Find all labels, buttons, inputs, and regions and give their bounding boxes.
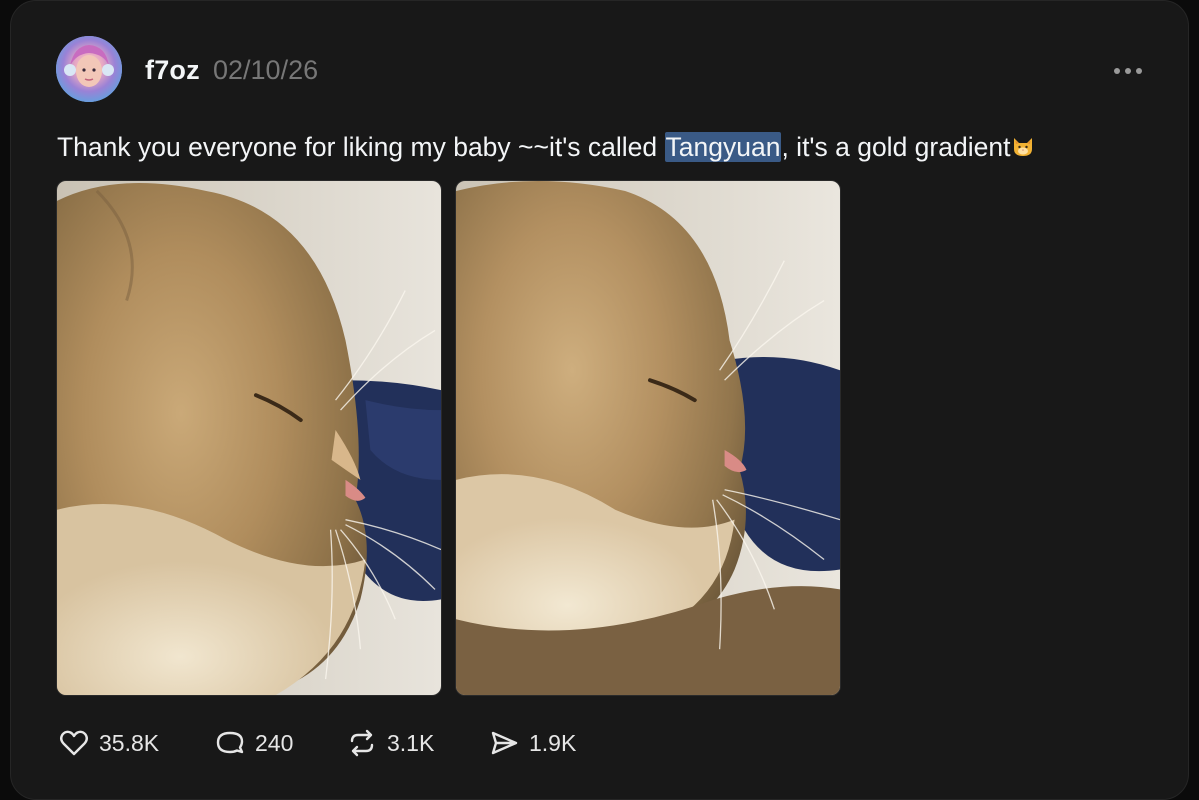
- send-icon: [491, 731, 518, 755]
- highlighted-name: Tangyuan: [664, 132, 782, 162]
- reply-count: 240: [255, 730, 294, 756]
- cat-face-emoji: [1011, 130, 1035, 156]
- post-date[interactable]: 02/10/26: [213, 53, 318, 87]
- cat-photo-icon: [57, 181, 441, 695]
- comment-icon: [216, 731, 244, 754]
- heart-icon: [60, 730, 88, 756]
- repost-button[interactable]: 3.1K: [345, 723, 434, 763]
- post-image-2[interactable]: [455, 180, 841, 696]
- author-name[interactable]: f7oz: [145, 53, 200, 87]
- repost-count: 3.1K: [387, 730, 435, 756]
- share-count: 1.9K: [529, 730, 577, 756]
- repost-icon: [350, 729, 374, 757]
- like-button[interactable]: 35.8K: [57, 723, 159, 763]
- more-options-icon[interactable]: [1111, 61, 1147, 81]
- like-count: 35.8K: [99, 730, 160, 756]
- share-button[interactable]: 1.9K: [487, 723, 576, 763]
- post-text-start: Thank you everyone for liking my baby ~~…: [57, 132, 665, 162]
- post-image-1[interactable]: [56, 180, 442, 696]
- post-text-end: , it's a gold gradient: [781, 132, 1011, 162]
- cat-photo-icon: [456, 181, 840, 695]
- reply-button[interactable]: 240: [213, 723, 293, 763]
- post-text: Thank you everyone for liking my baby ~~…: [57, 128, 1035, 166]
- avatar[interactable]: [56, 36, 122, 102]
- post-card: f7oz 02/10/26 Thank you everyone for lik…: [10, 0, 1189, 800]
- avatar-image: [56, 36, 122, 102]
